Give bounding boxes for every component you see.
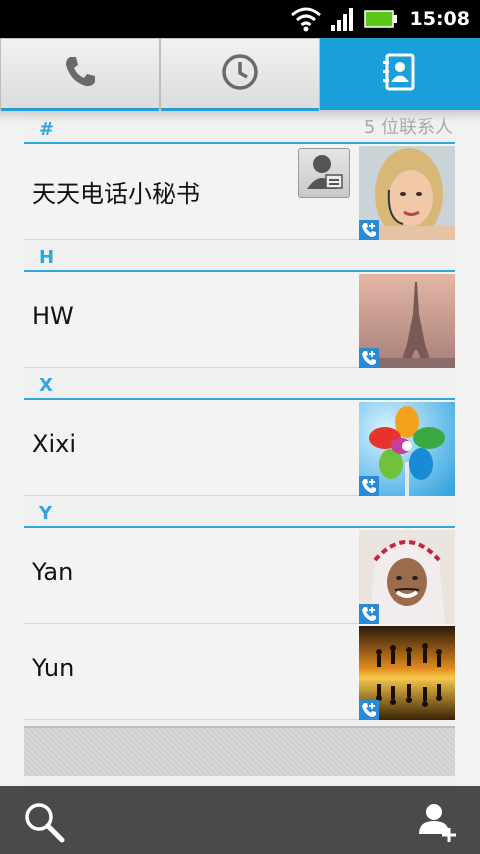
tab-dialer[interactable] (0, 38, 160, 111)
pinwheel-photo[interactable] (359, 402, 455, 496)
section-header: H (24, 240, 455, 272)
contact-row[interactable]: HW (24, 272, 455, 368)
section-header: X (24, 368, 455, 400)
search-button[interactable] (22, 800, 66, 844)
list-top-shadow (0, 112, 480, 122)
contact-row[interactable]: Xixi (24, 400, 455, 496)
call-badge-icon (359, 700, 379, 720)
add-contact-button[interactable] (416, 800, 460, 844)
section-letter: X (39, 375, 53, 396)
call-badge-icon (359, 604, 379, 624)
clock-icon (221, 53, 259, 95)
status-bar: 15:08 (0, 0, 480, 38)
man-keffiyeh-photo[interactable] (359, 530, 455, 624)
section-letter: H (39, 247, 55, 268)
eiffel-tower-photo[interactable] (359, 274, 455, 368)
contact-name: Xixi (32, 430, 76, 458)
list-end-area (24, 726, 455, 776)
tab-bar (0, 38, 480, 112)
tab-call-log[interactable] (160, 38, 320, 111)
contact-name: HW (32, 302, 74, 330)
woman-headset-photo[interactable] (359, 146, 455, 240)
phone-icon (62, 54, 98, 94)
contact-card-icon (304, 151, 344, 195)
contact-row[interactable]: Yan (24, 528, 455, 624)
contact-name: 天天电话小秘书 (32, 180, 200, 208)
call-badge-icon (359, 476, 379, 496)
section-header: Y (24, 496, 455, 528)
contacts-list[interactable]: # 5 位联系人 天天电话小秘书 H HW X Xixi Y Yan Yun (24, 112, 455, 786)
contact-row[interactable]: 天天电话小秘书 (24, 144, 455, 240)
section-letter: # (39, 119, 55, 140)
contact-name: Yan (32, 558, 74, 586)
sunset-silhouettes-photo[interactable] (359, 626, 455, 720)
contact-name: Yun (32, 654, 75, 682)
clock-time: 15:08 (409, 8, 470, 30)
bottom-action-bar (0, 786, 480, 854)
call-badge-icon (359, 348, 379, 368)
quick-contact-badge[interactable] (298, 148, 350, 198)
tab-contacts[interactable] (320, 38, 480, 110)
signal-icon (330, 6, 356, 32)
battery-icon (363, 9, 398, 29)
contacts-book-icon (383, 53, 417, 95)
section-letter: Y (39, 503, 53, 524)
call-badge-icon (359, 220, 379, 240)
wifi-icon (290, 6, 322, 32)
contact-row[interactable]: Yun (24, 624, 455, 720)
search-icon (22, 803, 66, 848)
add-contact-icon (416, 804, 460, 848)
